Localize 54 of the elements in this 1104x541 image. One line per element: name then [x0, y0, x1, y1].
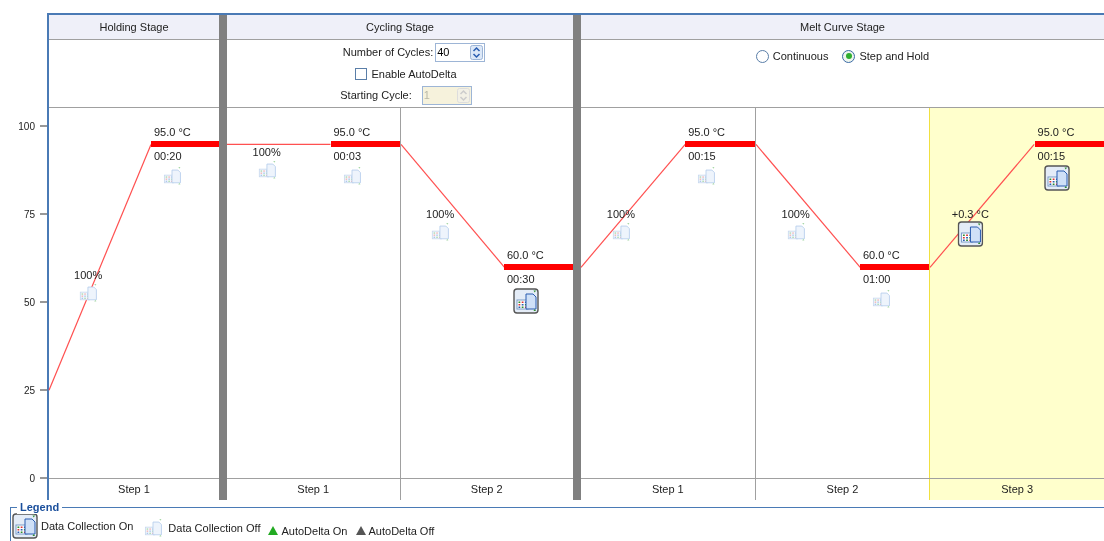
hold-temperature: 60.0 °C: [507, 248, 544, 263]
triangle-icon: [355, 526, 366, 536]
axis-tick-label: 25: [23, 383, 35, 398]
hold-time: 00:20: [154, 149, 182, 164]
axis-tick-label: 100: [18, 119, 35, 134]
step-label: Step 1: [297, 482, 330, 498]
step-area[interactable]: 100% 60.0 °C 01:00: [754, 108, 930, 478]
step-label: Step 3: [1001, 482, 1034, 498]
cycles-field[interactable]: 40: [435, 43, 486, 62]
axis-tick-label: 0: [29, 471, 35, 486]
table-document-icon[interactable]: [12, 513, 38, 539]
ramp-rate: 100%: [426, 207, 455, 221]
legend-label: AutoDelta On: [281, 523, 348, 539]
table-document-icon[interactable]: [1043, 165, 1070, 192]
radio-label[interactable]: Continuous: [772, 48, 829, 65]
radio-button[interactable]: [755, 49, 769, 63]
ramp-rate: 100%: [781, 207, 810, 221]
starting-cycle-label: Starting Cycle:: [340, 88, 412, 104]
hold-temperature: 95.0 °C: [333, 125, 371, 140]
step-area[interactable]: 100% 60.0 °C 00:30: [399, 108, 573, 478]
step-label: Step 2: [470, 482, 503, 498]
ramp-rate: +0.3 °C: [951, 207, 989, 221]
hold-time: 00:30: [507, 272, 535, 287]
axis-tick-label: 75: [23, 207, 35, 222]
axis-tick-label: 50: [23, 295, 35, 310]
radio-button[interactable]: [842, 49, 856, 63]
autodelta-checkbox[interactable]: Enable AutoDelta: [355, 65, 457, 83]
step-area[interactable]: +0.3 °C 95.0 °C 00:15: [929, 108, 1104, 478]
ramp-rate: 100%: [74, 269, 103, 283]
radio-label[interactable]: Step and Hold: [859, 48, 930, 65]
cycles-label: Number of Cycles:: [342, 45, 434, 61]
hold-time: 00:15: [688, 149, 716, 164]
hold-temperature: 95.0 °C: [154, 125, 191, 140]
spin-arrows-icon[interactable]: [470, 45, 484, 60]
stage-header: Melt Curve Stage: [581, 15, 1104, 40]
table-document-icon[interactable]: [957, 220, 984, 247]
stage-header: Cycling Stage: [227, 15, 573, 40]
step-label: Step 2: [826, 482, 859, 498]
hold-time: 00:03: [333, 149, 362, 164]
legend-label: Data Collection On: [41, 518, 134, 534]
stage-header: Holding Stage: [49, 15, 219, 40]
legend-label: Data Collection Off: [168, 520, 261, 536]
step-label: Step 1: [651, 482, 684, 498]
ramp-rate: 100%: [252, 146, 281, 160]
table-document-icon[interactable]: [513, 288, 539, 315]
hold-temperature: 95.0 °C: [1037, 125, 1075, 140]
legend-label: AutoDelta Off: [368, 523, 435, 539]
hold-time: 01:00: [862, 272, 891, 287]
hold-temperature: 95.0 °C: [688, 125, 725, 140]
step-label: Step 1: [118, 482, 150, 498]
hold-temperature: 60.0 °C: [862, 248, 900, 263]
legend-title: Legend: [17, 500, 63, 514]
hold-time: 00:15: [1037, 149, 1066, 164]
triangle-icon: [268, 526, 279, 536]
